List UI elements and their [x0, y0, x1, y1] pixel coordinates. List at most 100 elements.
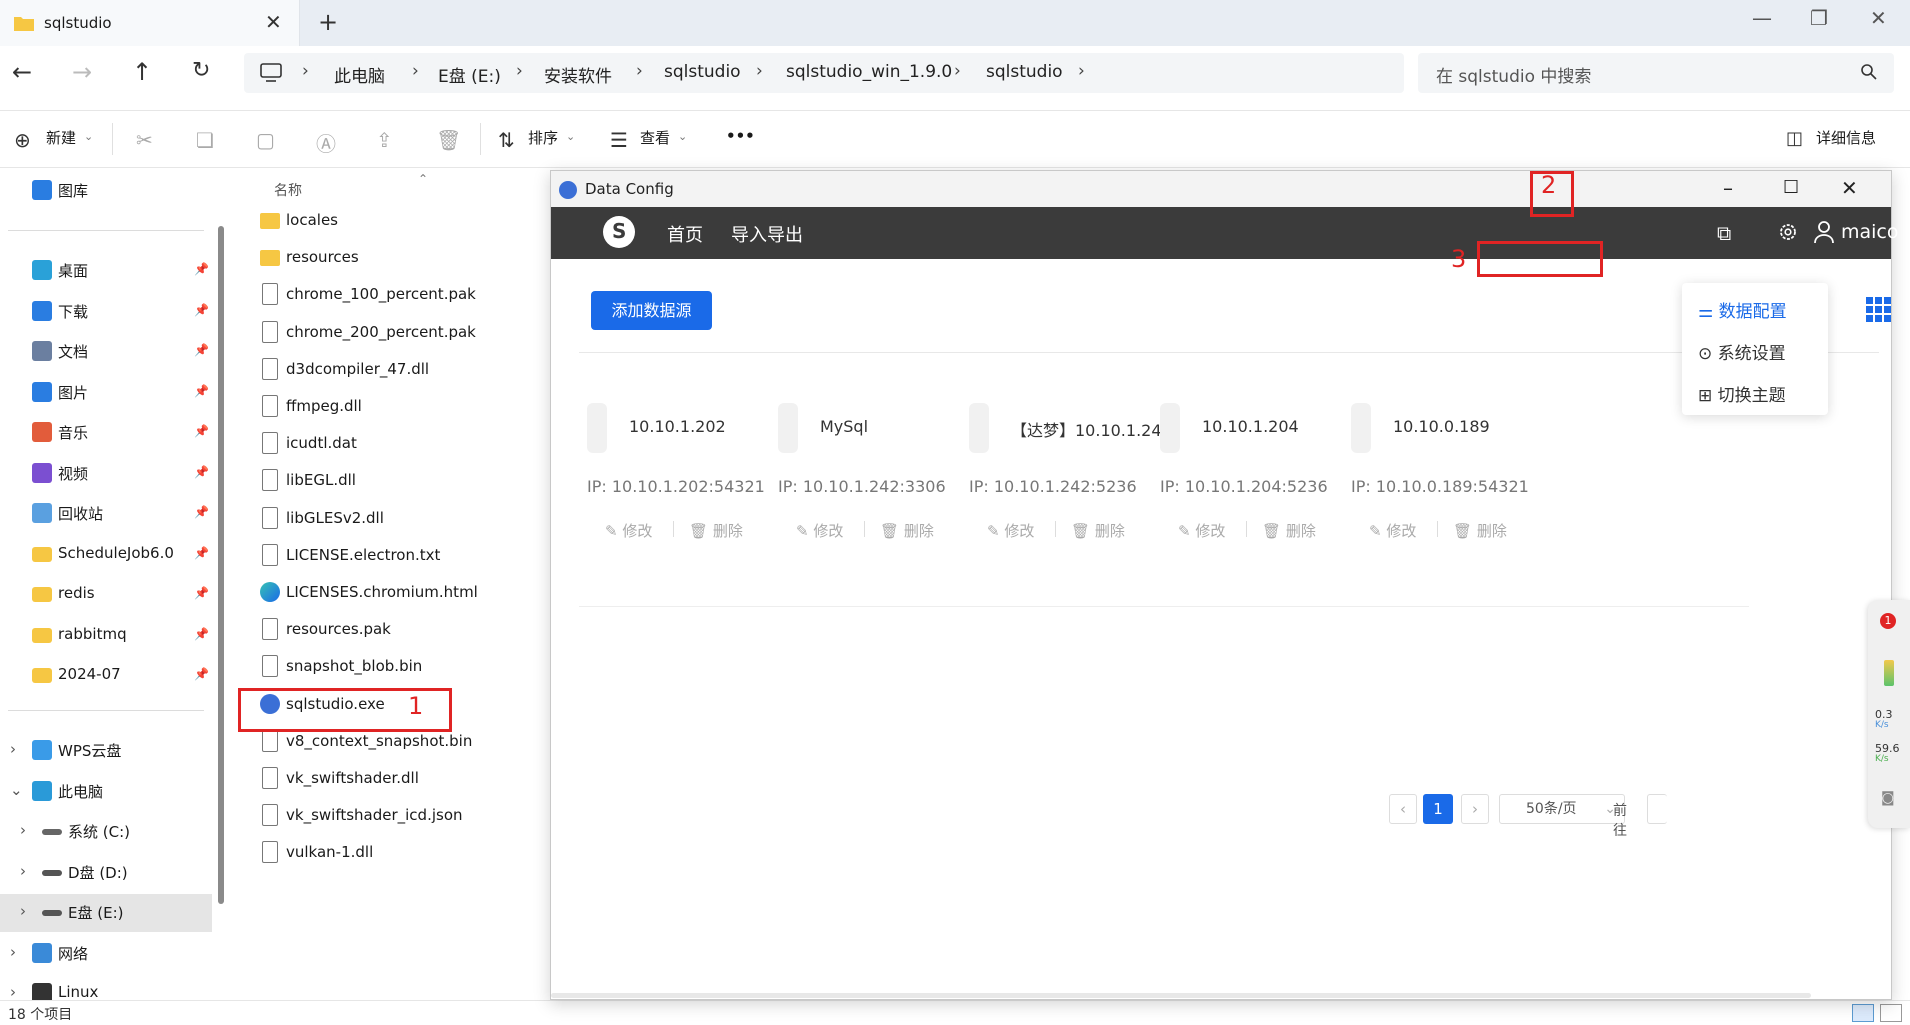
- pin-icon[interactable]: 📌: [194, 546, 209, 560]
- delete-button[interactable]: 🗑 删除: [689, 520, 743, 541]
- nav-item-quick[interactable]: 桌面 📌: [0, 252, 212, 290]
- address-bar[interactable]: › 此电脑 › E盘 (E:) › 安装软件 › sqlstudio › sql…: [244, 53, 1404, 93]
- nav-item-quick[interactable]: rabbitmq 📌: [0, 617, 212, 655]
- nav-item-quick[interactable]: 回收站 📌: [0, 495, 212, 533]
- pin-icon[interactable]: 📌: [194, 303, 209, 317]
- nav-item-gallery[interactable]: 图库: [0, 172, 212, 210]
- more-button[interactable]: •••: [726, 127, 755, 145]
- file-row[interactable]: vk_swiftshader_icd.json: [260, 797, 530, 834]
- file-row[interactable]: locales: [260, 202, 530, 239]
- pin-icon[interactable]: 📌: [194, 262, 209, 276]
- username[interactable]: maico: [1841, 221, 1899, 243]
- refresh-icon[interactable]: ↻: [192, 58, 210, 83]
- share-icon[interactable]: ⇪: [376, 128, 393, 152]
- nav-home[interactable]: 首页: [667, 221, 703, 247]
- new-tab-icon[interactable]: +: [318, 8, 338, 36]
- nav-scrollbar[interactable]: [218, 226, 224, 904]
- pin-icon[interactable]: 📌: [194, 586, 209, 600]
- back-icon[interactable]: ←: [12, 58, 32, 86]
- cut-icon[interactable]: ✂: [136, 128, 153, 152]
- translate-icon[interactable]: ⧉: [1717, 221, 1731, 245]
- pin-icon[interactable]: 📌: [194, 505, 209, 519]
- pin-icon[interactable]: 📌: [194, 627, 209, 641]
- breadcrumb-install-software[interactable]: 安装软件: [544, 62, 612, 87]
- breadcrumb-e-drive[interactable]: E盘 (E:): [438, 62, 501, 87]
- edit-button[interactable]: ✎ 修改: [605, 520, 652, 541]
- next-page-button[interactable]: ›: [1461, 794, 1489, 824]
- goto-input[interactable]: [1647, 794, 1667, 824]
- breadcrumb-sqlstudio[interactable]: sqlstudio: [664, 62, 741, 82]
- delete-icon[interactable]: 🗑: [436, 128, 461, 152]
- tab-sqlstudio[interactable]: sqlstudio ✕: [0, 0, 300, 46]
- tree-item[interactable]: › 系统 (C:): [0, 813, 212, 851]
- datasource-card[interactable]: 10.10.0.189 IP: 10.10.0.189:54321 ✎ 修改 🗑 删除: [1351, 403, 1581, 553]
- chevron-right-icon[interactable]: ›: [10, 983, 16, 1001]
- page-1-button[interactable]: 1: [1423, 794, 1453, 824]
- nav-item-quick[interactable]: 2024-07 📌: [0, 657, 212, 695]
- gear-icon[interactable]: [1777, 221, 1799, 243]
- up-icon[interactable]: ↑: [132, 58, 152, 86]
- network-speed-widget[interactable]: 1 0.3 K/s 59.6 K/s ◙: [1868, 600, 1910, 828]
- restore-icon[interactable]: ❐: [1810, 6, 1828, 30]
- delete-button[interactable]: 🗑 删除: [1453, 520, 1507, 541]
- tree-item[interactable]: › D盘 (D:): [0, 854, 212, 892]
- tree-item[interactable]: › 网络: [0, 935, 212, 973]
- nav-item-quick[interactable]: 文档 📌: [0, 333, 212, 371]
- forward-icon[interactable]: →: [72, 58, 92, 86]
- close-tab-icon[interactable]: ✕: [265, 10, 282, 34]
- file-row[interactable]: vulkan-1.dll: [260, 834, 530, 871]
- edit-button[interactable]: ✎ 修改: [796, 520, 843, 541]
- chevron-right-icon[interactable]: ›: [20, 862, 26, 880]
- file-row[interactable]: ffmpeg.dll: [260, 388, 530, 425]
- search-input[interactable]: 在 sqlstudio 中搜索: [1418, 53, 1894, 93]
- delete-button[interactable]: 🗑 删除: [880, 520, 934, 541]
- chevron-right-icon[interactable]: ›: [20, 902, 26, 920]
- window-close-icon[interactable]: ✕: [1841, 176, 1858, 200]
- tiles-view-icon[interactable]: [1880, 1004, 1902, 1022]
- file-row[interactable]: LICENSE.electron.txt: [260, 537, 530, 574]
- nav-item-quick[interactable]: 视频 📌: [0, 455, 212, 493]
- nav-item-quick[interactable]: 图片 📌: [0, 374, 212, 412]
- edit-button[interactable]: ✎ 修改: [1369, 520, 1416, 541]
- breadcrumb-sqlstudio-win[interactable]: sqlstudio_win_1.9.0: [786, 62, 952, 82]
- prev-page-button[interactable]: ‹: [1389, 794, 1417, 824]
- file-row[interactable]: libGLESv2.dll: [260, 500, 530, 537]
- user-icon[interactable]: [1813, 220, 1835, 244]
- new-button[interactable]: 新建: [46, 127, 76, 148]
- horizontal-scrollbar[interactable]: [551, 993, 1811, 998]
- menu-item-system-settings[interactable]: ⊙ 系统设置: [1698, 339, 1786, 364]
- chevron-right-icon[interactable]: ›: [20, 821, 26, 839]
- window-close-icon[interactable]: ✕: [1870, 6, 1887, 30]
- maximize-icon[interactable]: ☐: [1783, 177, 1799, 198]
- nav-import-export[interactable]: 导入导出: [731, 221, 803, 247]
- pin-icon[interactable]: 📌: [194, 667, 209, 681]
- file-row[interactable]: icudtl.dat: [260, 425, 530, 462]
- file-row[interactable]: libEGL.dll: [260, 462, 530, 499]
- delete-button[interactable]: 🗑 删除: [1262, 520, 1316, 541]
- edit-button[interactable]: ✎ 修改: [1178, 520, 1225, 541]
- page-size-select[interactable]: 50条/页 ⌄: [1499, 794, 1625, 824]
- minimize-icon[interactable]: —: [1752, 6, 1772, 30]
- nav-item-quick[interactable]: ScheduleJob6.0 📌: [0, 536, 212, 574]
- tree-item[interactable]: ⌄ 此电脑: [0, 773, 212, 811]
- view-button[interactable]: 查看: [640, 127, 670, 148]
- details-button[interactable]: 详细信息: [1816, 127, 1876, 148]
- edit-button[interactable]: ✎ 修改: [987, 520, 1034, 541]
- file-row[interactable]: vk_swiftshader.dll: [260, 760, 530, 797]
- menu-item-switch-theme[interactable]: ⊞ 切换主题: [1698, 381, 1786, 406]
- paste-icon[interactable]: ▢: [256, 128, 275, 152]
- file-row[interactable]: LICENSES.chromium.html: [260, 574, 530, 611]
- details-view-icon[interactable]: [1852, 1004, 1874, 1022]
- file-row[interactable]: chrome_100_percent.pak: [260, 276, 530, 313]
- breadcrumb-this-pc[interactable]: 此电脑: [334, 62, 385, 87]
- menu-item-data-config[interactable]: ⚌ 数据配置: [1698, 297, 1787, 322]
- file-row[interactable]: chrome_200_percent.pak: [260, 314, 530, 351]
- grid-view-icon[interactable]: [1866, 297, 1892, 323]
- breadcrumb-sqlstudio-current[interactable]: sqlstudio: [986, 62, 1063, 82]
- file-row[interactable]: resources.pak: [260, 611, 530, 648]
- pin-icon[interactable]: 📌: [194, 384, 209, 398]
- pin-icon[interactable]: 📌: [194, 343, 209, 357]
- nav-item-quick[interactable]: 音乐 📌: [0, 414, 212, 452]
- minimize-icon[interactable]: –: [1723, 176, 1733, 200]
- nav-item-quick[interactable]: 下载 📌: [0, 293, 212, 331]
